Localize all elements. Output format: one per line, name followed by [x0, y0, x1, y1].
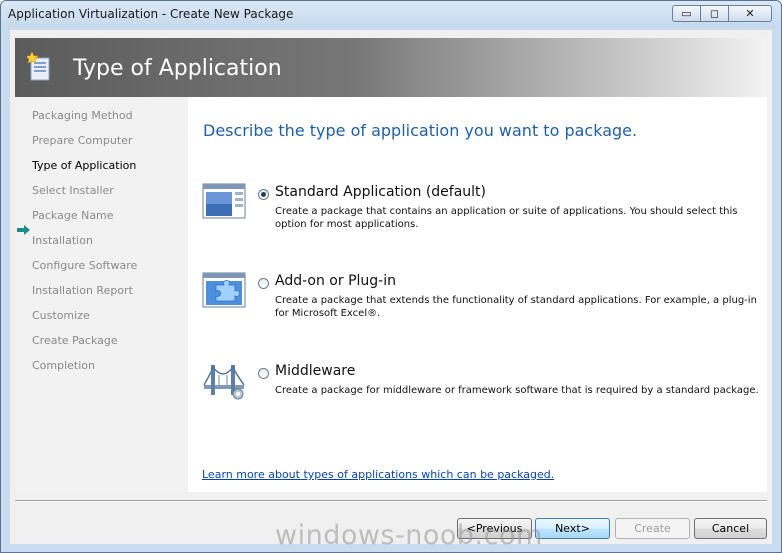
- bridge-gear-icon: [203, 364, 245, 400]
- header-banner: Type of Application: [15, 38, 767, 97]
- step-package-name: Package Name: [32, 209, 114, 222]
- standard-application-title: Standard Application (default): [275, 184, 486, 200]
- maximize-button[interactable]: ◻: [700, 5, 728, 22]
- footer-divider: [15, 500, 767, 502]
- step-installation-report: Installation Report: [32, 284, 133, 297]
- create-button[interactable]: Create: [615, 518, 690, 539]
- middleware-description: Create a package for middleware or frame…: [275, 385, 759, 396]
- option-standard-application[interactable]: Standard Application (default) Create a …: [202, 182, 762, 232]
- option-add-on-plug-in[interactable]: Add-on or Plug-in Create a package that …: [202, 271, 762, 321]
- wizard-window: Application Virtualization - Create New …: [0, 0, 782, 553]
- minimize-button[interactable]: ▭: [672, 5, 700, 22]
- wizard-package-icon: [27, 52, 50, 81]
- middleware-radio[interactable]: [258, 368, 269, 379]
- standard-application-description: Create a package that contains an applic…: [275, 206, 738, 230]
- maximize-icon: ◻: [709, 7, 720, 20]
- wizard-client-area: Type of Application Packaging Method Pre…: [10, 30, 772, 544]
- watermark: windows-noob.com: [275, 520, 543, 551]
- middleware-title: Middleware: [275, 363, 356, 379]
- wizard-content: Describe the type of application you wan…: [188, 97, 767, 492]
- step-configure-software: Configure Software: [32, 259, 138, 272]
- learn-more-link[interactable]: Learn more about types of applications w…: [202, 468, 554, 481]
- current-step-arrow-icon: [17, 225, 30, 235]
- close-icon: ✕: [745, 7, 755, 20]
- cancel-button[interactable]: Cancel: [694, 518, 767, 539]
- puzzle-piece-icon: [202, 272, 246, 308]
- add-on-plug-in-title: Add-on or Plug-in: [275, 273, 396, 289]
- close-button[interactable]: ✕: [728, 5, 772, 22]
- window-icon: [202, 183, 246, 219]
- step-customize: Customize: [32, 309, 90, 322]
- step-create-package: Create Package: [32, 334, 118, 347]
- option-middleware[interactable]: Middleware Create a package for middlewa…: [202, 361, 762, 405]
- title-bar[interactable]: Application Virtualization - Create New …: [1, 1, 781, 28]
- step-packaging-method: Packaging Method: [32, 109, 133, 122]
- step-type-of-application: Type of Application: [32, 159, 137, 172]
- step-installation: Installation: [32, 234, 93, 247]
- next-button[interactable]: Next>: [535, 518, 610, 539]
- step-prepare-computer: Prepare Computer: [32, 134, 133, 147]
- add-on-plug-in-description: Create a package that extends the functi…: [275, 295, 757, 319]
- window-title: Application Virtualization - Create New …: [8, 7, 294, 21]
- minimize-icon: ▭: [681, 7, 692, 20]
- wizard-steps-sidebar: Packaging Method Prepare Computer Type o…: [15, 97, 188, 492]
- step-select-installer: Select Installer: [32, 184, 114, 197]
- add-on-plug-in-radio[interactable]: [258, 278, 269, 289]
- step-completion: Completion: [32, 359, 96, 372]
- window-controls: ▭ ◻ ✕: [672, 5, 772, 22]
- page-heading: Describe the type of application you wan…: [203, 121, 638, 140]
- banner-title: Type of Application: [73, 56, 282, 81]
- standard-application-radio[interactable]: [258, 189, 269, 200]
